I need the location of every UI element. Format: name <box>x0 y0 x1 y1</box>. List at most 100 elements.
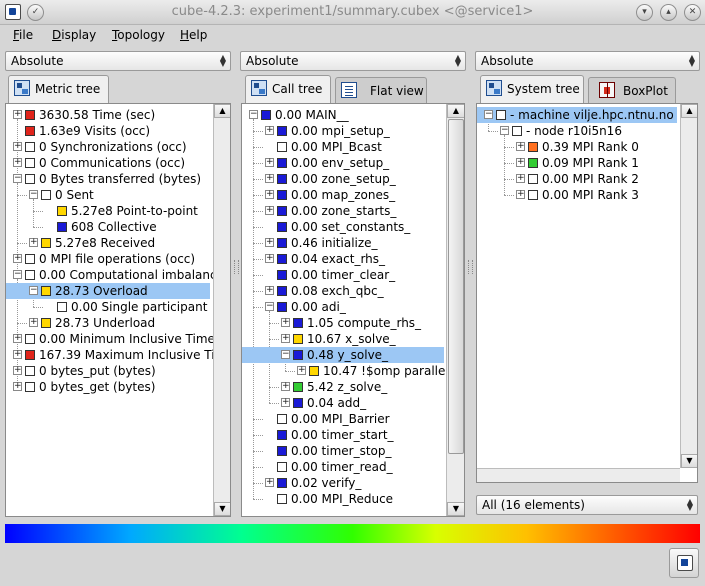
system-horizontal-scrollbar[interactable] <box>477 468 680 482</box>
collapse-icon[interactable]: − <box>484 110 493 119</box>
tree-row[interactable]: +0.00 zone_setup_ <box>242 171 444 187</box>
tree-row[interactable]: +0.08 exch_qbc_ <box>242 283 444 299</box>
tree-row[interactable]: 0.00 timer_read_ <box>242 459 444 475</box>
tree-row[interactable]: +5.27e8 Received <box>6 235 210 251</box>
expand-icon[interactable]: + <box>265 190 274 199</box>
tree-row[interactable]: +0 bytes_get (bytes) <box>6 379 210 395</box>
expand-icon[interactable]: + <box>265 254 274 263</box>
expand-icon[interactable]: + <box>29 238 38 247</box>
tree-row[interactable]: +28.73 Underload <box>6 315 210 331</box>
expand-icon[interactable]: + <box>516 158 525 167</box>
splitter-handle[interactable] <box>234 260 239 274</box>
expand-icon[interactable]: + <box>13 142 22 151</box>
maximize-icon[interactable]: ▴ <box>660 4 677 21</box>
scroll-down-icon[interactable]: ▼ <box>681 454 697 468</box>
tree-row[interactable]: − 0.48 y_solve_ <box>242 347 444 363</box>
expand-icon[interactable]: + <box>13 254 22 263</box>
tree-row[interactable]: +0.00 zone_starts_ <box>242 203 444 219</box>
menu-help[interactable]: Help <box>180 28 207 42</box>
call-mode-select[interactable]: Absolute ▲ ▼ <box>240 51 466 71</box>
tree-row[interactable]: +0.00 map_zones_ <box>242 187 444 203</box>
menu-topology[interactable]: Topology <box>112 28 165 42</box>
tree-row[interactable]: +0.00 mpi_setup_ <box>242 123 444 139</box>
tree-row[interactable]: 0.00 set_constants_ <box>242 219 444 235</box>
tree-row[interactable]: +0 bytes_put (bytes) <box>6 363 210 379</box>
tree-row[interactable]: 5.27e8 Point-to-point <box>6 203 210 219</box>
tab-system-tree[interactable]: System tree <box>480 75 584 104</box>
tab-metric-tree[interactable]: Metric tree <box>8 75 109 104</box>
tree-row[interactable]: +167.39 Maximum Inclusive Tim <box>6 347 226 363</box>
tree-row[interactable]: +0.00 Minimum Inclusive Time ( <box>6 331 223 347</box>
expand-icon[interactable]: + <box>281 334 290 343</box>
expand-icon[interactable]: + <box>516 174 525 183</box>
expand-icon[interactable]: + <box>13 110 22 119</box>
expand-icon[interactable]: + <box>29 318 38 327</box>
tree-row[interactable]: 0.00 timer_start_ <box>242 427 444 443</box>
collapse-icon[interactable]: − <box>265 302 274 311</box>
cube-logo-button[interactable] <box>669 548 699 578</box>
scroll-up-icon[interactable]: ▲ <box>447 104 464 118</box>
tree-row[interactable]: 0.00 timer_stop_ <box>242 443 444 459</box>
tree-row[interactable]: − 0.00 Computational imbalance <box>6 267 224 283</box>
tree-row[interactable]: 1.63e9 Visits (occ) <box>6 123 210 139</box>
expand-icon[interactable]: + <box>265 158 274 167</box>
tab-boxplot[interactable]: BoxPlot <box>588 77 676 103</box>
system-elements-select[interactable]: All (16 elements) ▲ ▼ <box>476 495 698 515</box>
minimize-icon[interactable]: ▾ <box>636 4 653 21</box>
tree-row[interactable]: +0.00 MPI Rank 2 <box>477 171 677 187</box>
tree-row[interactable]: +0.09 MPI Rank 1 <box>477 155 677 171</box>
tree-row[interactable]: 0.00 MPI_Reduce <box>242 491 444 507</box>
system-mode-select[interactable]: Absolute ▲ ▼ <box>475 51 700 71</box>
tree-row[interactable]: +0 Synchronizations (occ) <box>6 139 210 155</box>
expand-icon[interactable]: + <box>13 366 22 375</box>
tree-row[interactable]: +0 MPI file operations (occ) <box>6 251 210 267</box>
expand-icon[interactable]: + <box>13 334 22 343</box>
collapse-icon[interactable]: − <box>13 270 22 279</box>
call-scroll-thumb[interactable] <box>448 119 464 454</box>
tree-row[interactable]: − 0.00 MAIN__ <box>242 107 444 123</box>
tree-row[interactable]: +0.00 env_setup_ <box>242 155 444 171</box>
tree-row[interactable]: +0.04 add_ <box>242 395 444 411</box>
tree-row[interactable]: +0.04 exact_rhs_ <box>242 251 444 267</box>
tree-row[interactable]: +0.46 initialize_ <box>242 235 444 251</box>
collapse-icon[interactable]: − <box>29 286 38 295</box>
tree-row[interactable]: +0 Communications (occ) <box>6 155 210 171</box>
tree-row[interactable]: − 0 Sent <box>6 187 210 203</box>
expand-icon[interactable]: + <box>281 398 290 407</box>
expand-icon[interactable]: + <box>13 158 22 167</box>
tree-row[interactable]: +0.02 verify_ <box>242 475 444 491</box>
tree-row[interactable]: − 0 Bytes transferred (bytes) <box>6 171 210 187</box>
collapse-icon[interactable]: − <box>281 350 290 359</box>
tree-row[interactable]: +0.39 MPI Rank 0 <box>477 139 677 155</box>
collapse-icon[interactable]: − <box>500 126 509 135</box>
tree-row[interactable]: +10.47 !$omp parallel <box>242 363 449 379</box>
tree-row[interactable]: 0.00 MPI_Bcast <box>242 139 444 155</box>
metric-vertical-scrollbar[interactable]: ▲ ▼ <box>213 104 230 516</box>
collapse-icon[interactable]: − <box>13 174 22 183</box>
expand-icon[interactable]: + <box>297 366 306 375</box>
tree-row[interactable]: +10.67 x_solve_ <box>242 331 444 347</box>
scroll-down-icon[interactable]: ▼ <box>447 502 464 516</box>
tree-row[interactable]: 0.00 Single participant <box>6 299 210 315</box>
expand-icon[interactable]: + <box>265 238 274 247</box>
scroll-up-icon[interactable]: ▲ <box>214 104 230 118</box>
tree-row[interactable]: +3630.58 Time (sec) <box>6 107 210 123</box>
expand-icon[interactable]: + <box>265 206 274 215</box>
tree-row[interactable]: − - machine vilje.hpc.ntnu.no <box>477 107 677 123</box>
expand-icon[interactable]: + <box>265 174 274 183</box>
tree-row[interactable]: − - node r10i5n16 <box>477 123 677 139</box>
tab-flat-view[interactable]: Flat view <box>335 77 427 103</box>
splitter-handle[interactable] <box>468 260 473 274</box>
expand-icon[interactable]: + <box>281 318 290 327</box>
system-vertical-scrollbar[interactable]: ▲ ▼ <box>680 104 697 468</box>
metric-mode-select[interactable]: Absolute ▲ ▼ <box>5 51 231 71</box>
tab-call-tree[interactable]: Call tree <box>245 75 331 104</box>
collapse-icon[interactable]: − <box>29 190 38 199</box>
tree-row[interactable]: − 0.00 adi_ <box>242 299 444 315</box>
tree-row[interactable]: 608 Collective <box>6 219 210 235</box>
expand-icon[interactable]: + <box>265 286 274 295</box>
expand-icon[interactable]: + <box>13 350 22 359</box>
expand-icon[interactable]: + <box>265 126 274 135</box>
menu-display[interactable]: Display <box>52 28 96 42</box>
scroll-down-icon[interactable]: ▼ <box>214 502 230 516</box>
